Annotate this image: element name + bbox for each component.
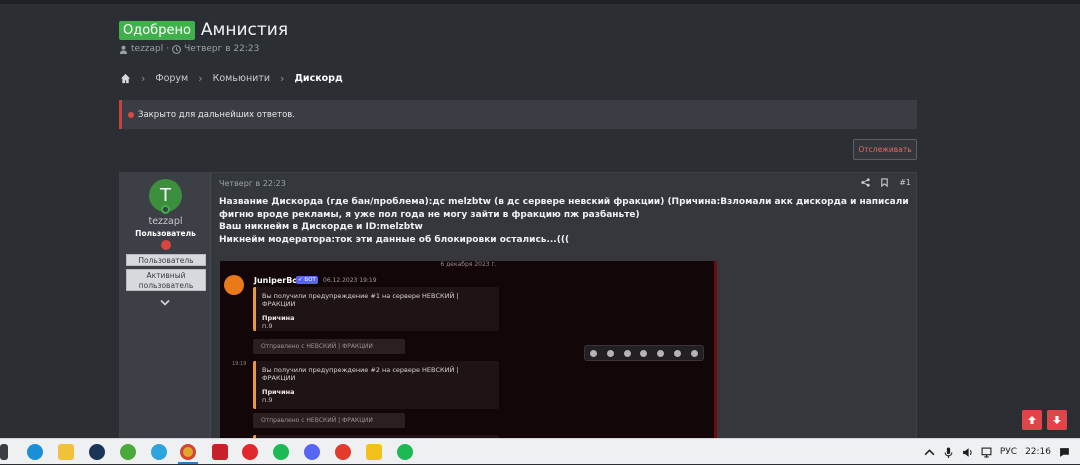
reason-label: Причина (262, 388, 295, 396)
network-icon[interactable] (981, 447, 992, 458)
scroll-down-button[interactable] (1047, 410, 1067, 430)
thread-header: Одобрено Амнистия (119, 20, 288, 40)
task-view-icon[interactable] (0, 444, 8, 460)
windows-taskbar: РУС 22:16 (0, 438, 1080, 464)
arrow-down-icon (1053, 416, 1061, 424)
toolbar-icon (640, 349, 648, 357)
chevron-right-icon: › (280, 72, 285, 85)
spotify-icon[interactable] (273, 444, 289, 460)
attached-screenshot[interactable]: 6 декабря 2023 г. JuniperBot ✓ БОТ 06.12… (220, 261, 717, 443)
arrow-up-icon (1028, 416, 1036, 424)
message-time: 19:19 (232, 361, 247, 367)
notifications-icon[interactable] (1059, 447, 1070, 458)
language-indicator[interactable]: РУС (1000, 447, 1017, 457)
lock-icon (128, 111, 134, 118)
file-explorer-icon[interactable] (58, 444, 74, 460)
share-icon[interactable] (861, 178, 870, 187)
reason-value: п.9 (262, 322, 273, 330)
post-number[interactable]: #1 (899, 178, 911, 187)
message-toolbar (584, 345, 704, 361)
online-status-icon (161, 205, 170, 214)
yandex-icon[interactable] (335, 444, 351, 460)
thread-author[interactable]: tezzapl (131, 44, 163, 54)
thread-meta: tezzapl · Четверг в 22:23 (119, 44, 259, 54)
breadcrumb: › Форум › Комьюнити › Дискорд (120, 72, 343, 85)
chevron-down-icon[interactable] (160, 299, 170, 307)
home-icon[interactable] (120, 73, 131, 84)
breadcrumb-community[interactable]: Комьюнити (213, 73, 270, 84)
watch-button[interactable]: Отслеживать (853, 139, 917, 160)
steam-icon[interactable] (89, 444, 105, 460)
breadcrumb-discord[interactable]: Дискорд (294, 73, 342, 84)
date-divider: 6 декабря 2023 г. (440, 261, 497, 268)
toolbar-icon (623, 349, 631, 357)
toolbar-icon (674, 349, 682, 357)
message-line: Никнейм модератора:ток эти данные об бло… (219, 234, 570, 245)
reason-label: Причина (262, 314, 295, 322)
toolbar-icon (657, 349, 665, 357)
chrome-icon[interactable] (180, 444, 196, 460)
warning-embed: Вы получили предупреждение #2 на сервере… (253, 361, 499, 409)
telegram-icon[interactable] (151, 444, 167, 460)
bot-tag: ✓ БОТ (296, 276, 318, 284)
post-user-column: T tezzapl Пользователь Пользователь Акти… (120, 173, 211, 443)
utorrent-icon[interactable] (120, 444, 136, 460)
user-banner-active: Активный пользователь (126, 269, 206, 291)
scroll-up-button[interactable] (1022, 410, 1042, 430)
chevron-right-icon: › (141, 72, 146, 85)
closed-notice: Закрыто для дальнейших ответов. (119, 100, 917, 129)
warning-text: Вы получили предупреждение #2 на сервере… (262, 366, 459, 382)
meta-separator: · (166, 44, 170, 54)
system-tray: РУС 22:16 (924, 439, 1080, 465)
bookmark-icon[interactable] (880, 178, 889, 187)
forum-page: Одобрено Амнистия tezzapl · Четверг в 22… (0, 4, 1080, 443)
bot-time: 06.12.2023 19:19 (323, 277, 377, 284)
sent-from-label: Отправлено с НЕВСКИЙ | ФРАКЦИИ (253, 339, 405, 354)
app-icon[interactable] (212, 444, 228, 460)
youtube-icon[interactable] (242, 444, 258, 460)
post-actions: #1 (861, 178, 911, 187)
toolbar-icon (606, 349, 614, 357)
edge-icon[interactable] (27, 444, 43, 460)
discord-icon[interactable] (304, 444, 320, 460)
message-line: Название Дискорда (где бан/проблема):дс … (219, 197, 909, 220)
sent-from-label: Отправлено с НЕВСКИЙ | ФРАКЦИИ (253, 413, 405, 428)
warning-text: Вы получили предупреждение #1 на сервере… (262, 292, 459, 308)
clock-icon (172, 44, 182, 54)
post-message: Название Дискорда (где бан/проблема):дс … (219, 196, 909, 246)
post: T tezzapl Пользователь Пользователь Акти… (119, 172, 917, 443)
reason-value: п.9 (262, 396, 273, 404)
toolbar-icon (690, 349, 698, 357)
toolbar-icon (589, 349, 597, 357)
bot-name: JuniperBot (254, 276, 302, 285)
app-icon[interactable] (366, 444, 382, 460)
spotify-icon[interactable] (397, 444, 413, 460)
closed-notice-text: Закрыто для дальнейших ответов. (138, 109, 296, 120)
user-icon (119, 45, 128, 54)
post-user-role: Пользователь (135, 229, 196, 238)
clock[interactable]: 22:16 (1025, 447, 1051, 457)
speaker-icon[interactable] (962, 447, 973, 458)
chevron-right-icon: › (198, 72, 203, 85)
breadcrumb-forum[interactable]: Форум (155, 73, 188, 84)
thread-date[interactable]: Четверг в 22:23 (184, 44, 259, 54)
post-date[interactable]: Четверг в 22:23 (219, 179, 286, 188)
message-line: Ваш никнейм в Дискорде и ID:melzbtw (219, 222, 423, 232)
status-badge: Одобрено (119, 20, 195, 40)
page-title: Амнистия (200, 20, 289, 40)
post-username[interactable]: tezzapl (120, 216, 211, 227)
bot-avatar (224, 275, 244, 295)
microphone-icon[interactable] (943, 447, 954, 458)
chevron-up-icon[interactable] (924, 447, 935, 458)
user-banner-user: Пользователь (126, 254, 206, 266)
role-badge-icon (161, 240, 171, 250)
warning-embed: Вы получили предупреждение #1 на сервере… (253, 287, 499, 331)
